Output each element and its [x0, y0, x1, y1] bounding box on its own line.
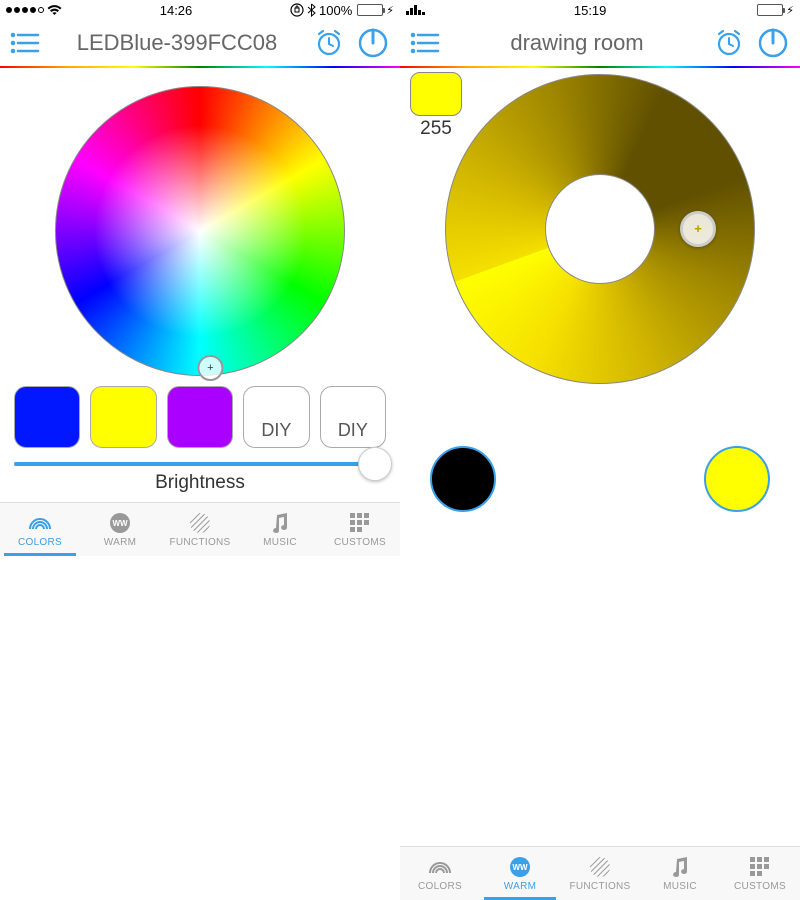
tab-bar: COLORS WW WARM FUNCTIONS MUSIC CUSTOMS: [0, 502, 400, 556]
power-button[interactable]: [756, 26, 790, 60]
tab-label: WARM: [504, 881, 537, 892]
tab-label: CUSTOMS: [734, 881, 786, 892]
menu-button[interactable]: [10, 32, 40, 54]
status-time: 15:19: [574, 3, 607, 18]
tab-label: CUSTOMS: [334, 537, 386, 548]
rainbow-icon: [28, 511, 52, 535]
preset-yellow[interactable]: [704, 446, 770, 512]
tab-customs[interactable]: CUSTOMS: [720, 847, 800, 900]
tab-warm[interactable]: WW WARM: [80, 503, 160, 556]
header: LEDBlue-399FCC08: [0, 20, 400, 66]
tab-label: COLORS: [18, 537, 62, 548]
swatch-preset[interactable]: [14, 386, 80, 448]
brightness-slider[interactable]: [14, 462, 386, 466]
header: drawing room: [400, 20, 800, 66]
status-bar: 14:26 100% ⚡︎: [0, 0, 400, 20]
wheel-indicator[interactable]: [197, 355, 223, 381]
current-color-value: 255: [410, 118, 462, 140]
battery-icon: [757, 4, 783, 16]
warm-indicator[interactable]: [680, 211, 716, 247]
alarm-icon: [714, 28, 744, 58]
swatch-diy[interactable]: DIY: [320, 386, 386, 448]
color-wheel[interactable]: [55, 86, 345, 376]
brightness-thumb[interactable]: [358, 447, 392, 481]
device-name: LEDBlue-399FCC08: [40, 30, 314, 56]
hatch-icon: [588, 855, 612, 879]
wifi-icon: [47, 4, 62, 16]
menu-button[interactable]: [410, 32, 440, 54]
device-name: drawing room: [440, 30, 714, 56]
grid-icon: [348, 511, 372, 535]
swatch-preset[interactable]: [90, 386, 156, 448]
warm-icon: WW: [508, 855, 532, 879]
bluetooth-icon: [307, 3, 316, 17]
signal-bars-icon: [406, 5, 425, 15]
charging-icon: ⚡︎: [786, 4, 794, 17]
warm-wheel[interactable]: [445, 74, 755, 384]
svg-text:WW: WW: [512, 863, 528, 872]
music-icon: [268, 511, 292, 535]
tab-colors[interactable]: COLORS: [0, 503, 80, 556]
rainbow-icon: [428, 855, 452, 879]
warm-icon: WW: [108, 511, 132, 535]
tab-label: FUNCTIONS: [169, 537, 230, 548]
timer-button[interactable]: [314, 28, 344, 58]
tab-customs[interactable]: CUSTOMS: [320, 503, 400, 556]
battery-icon: [357, 4, 383, 16]
swatch-preset[interactable]: [167, 386, 233, 448]
list-icon: [10, 32, 40, 54]
orientation-lock-icon: [290, 3, 304, 17]
grid-icon: [748, 855, 772, 879]
tab-warm[interactable]: WW WARM: [480, 847, 560, 900]
alarm-icon: [314, 28, 344, 58]
power-icon: [756, 26, 790, 60]
color-swatches: DIY DIY: [0, 378, 400, 456]
tab-label: COLORS: [418, 881, 462, 892]
timer-button[interactable]: [714, 28, 744, 58]
preset-black[interactable]: [430, 446, 496, 512]
tab-bar: COLORS WW WARM FUNCTIONS MUSIC CUSTOMS: [400, 846, 800, 900]
status-time: 14:26: [160, 3, 193, 18]
power-button[interactable]: [356, 26, 390, 60]
tab-colors[interactable]: COLORS: [400, 847, 480, 900]
tab-label: FUNCTIONS: [569, 881, 630, 892]
brightness-label: Brightness: [14, 472, 386, 494]
carrier-dots-icon: [6, 7, 44, 13]
tab-label: WARM: [104, 537, 137, 548]
tab-music[interactable]: MUSIC: [240, 503, 320, 556]
music-icon: [668, 855, 692, 879]
power-icon: [356, 26, 390, 60]
tab-label: MUSIC: [263, 537, 297, 548]
tab-functions[interactable]: FUNCTIONS: [560, 847, 640, 900]
tab-functions[interactable]: FUNCTIONS: [160, 503, 240, 556]
list-icon: [410, 32, 440, 54]
battery-percent: 100%: [319, 3, 352, 18]
current-color-swatch: [410, 72, 462, 116]
hatch-icon: [188, 511, 212, 535]
status-bar: 15:19 ⚡︎: [400, 0, 800, 20]
swatch-diy[interactable]: DIY: [243, 386, 309, 448]
tab-music[interactable]: MUSIC: [640, 847, 720, 900]
tab-label: MUSIC: [663, 881, 697, 892]
svg-text:WW: WW: [112, 519, 128, 528]
charging-icon: ⚡︎: [386, 4, 394, 17]
